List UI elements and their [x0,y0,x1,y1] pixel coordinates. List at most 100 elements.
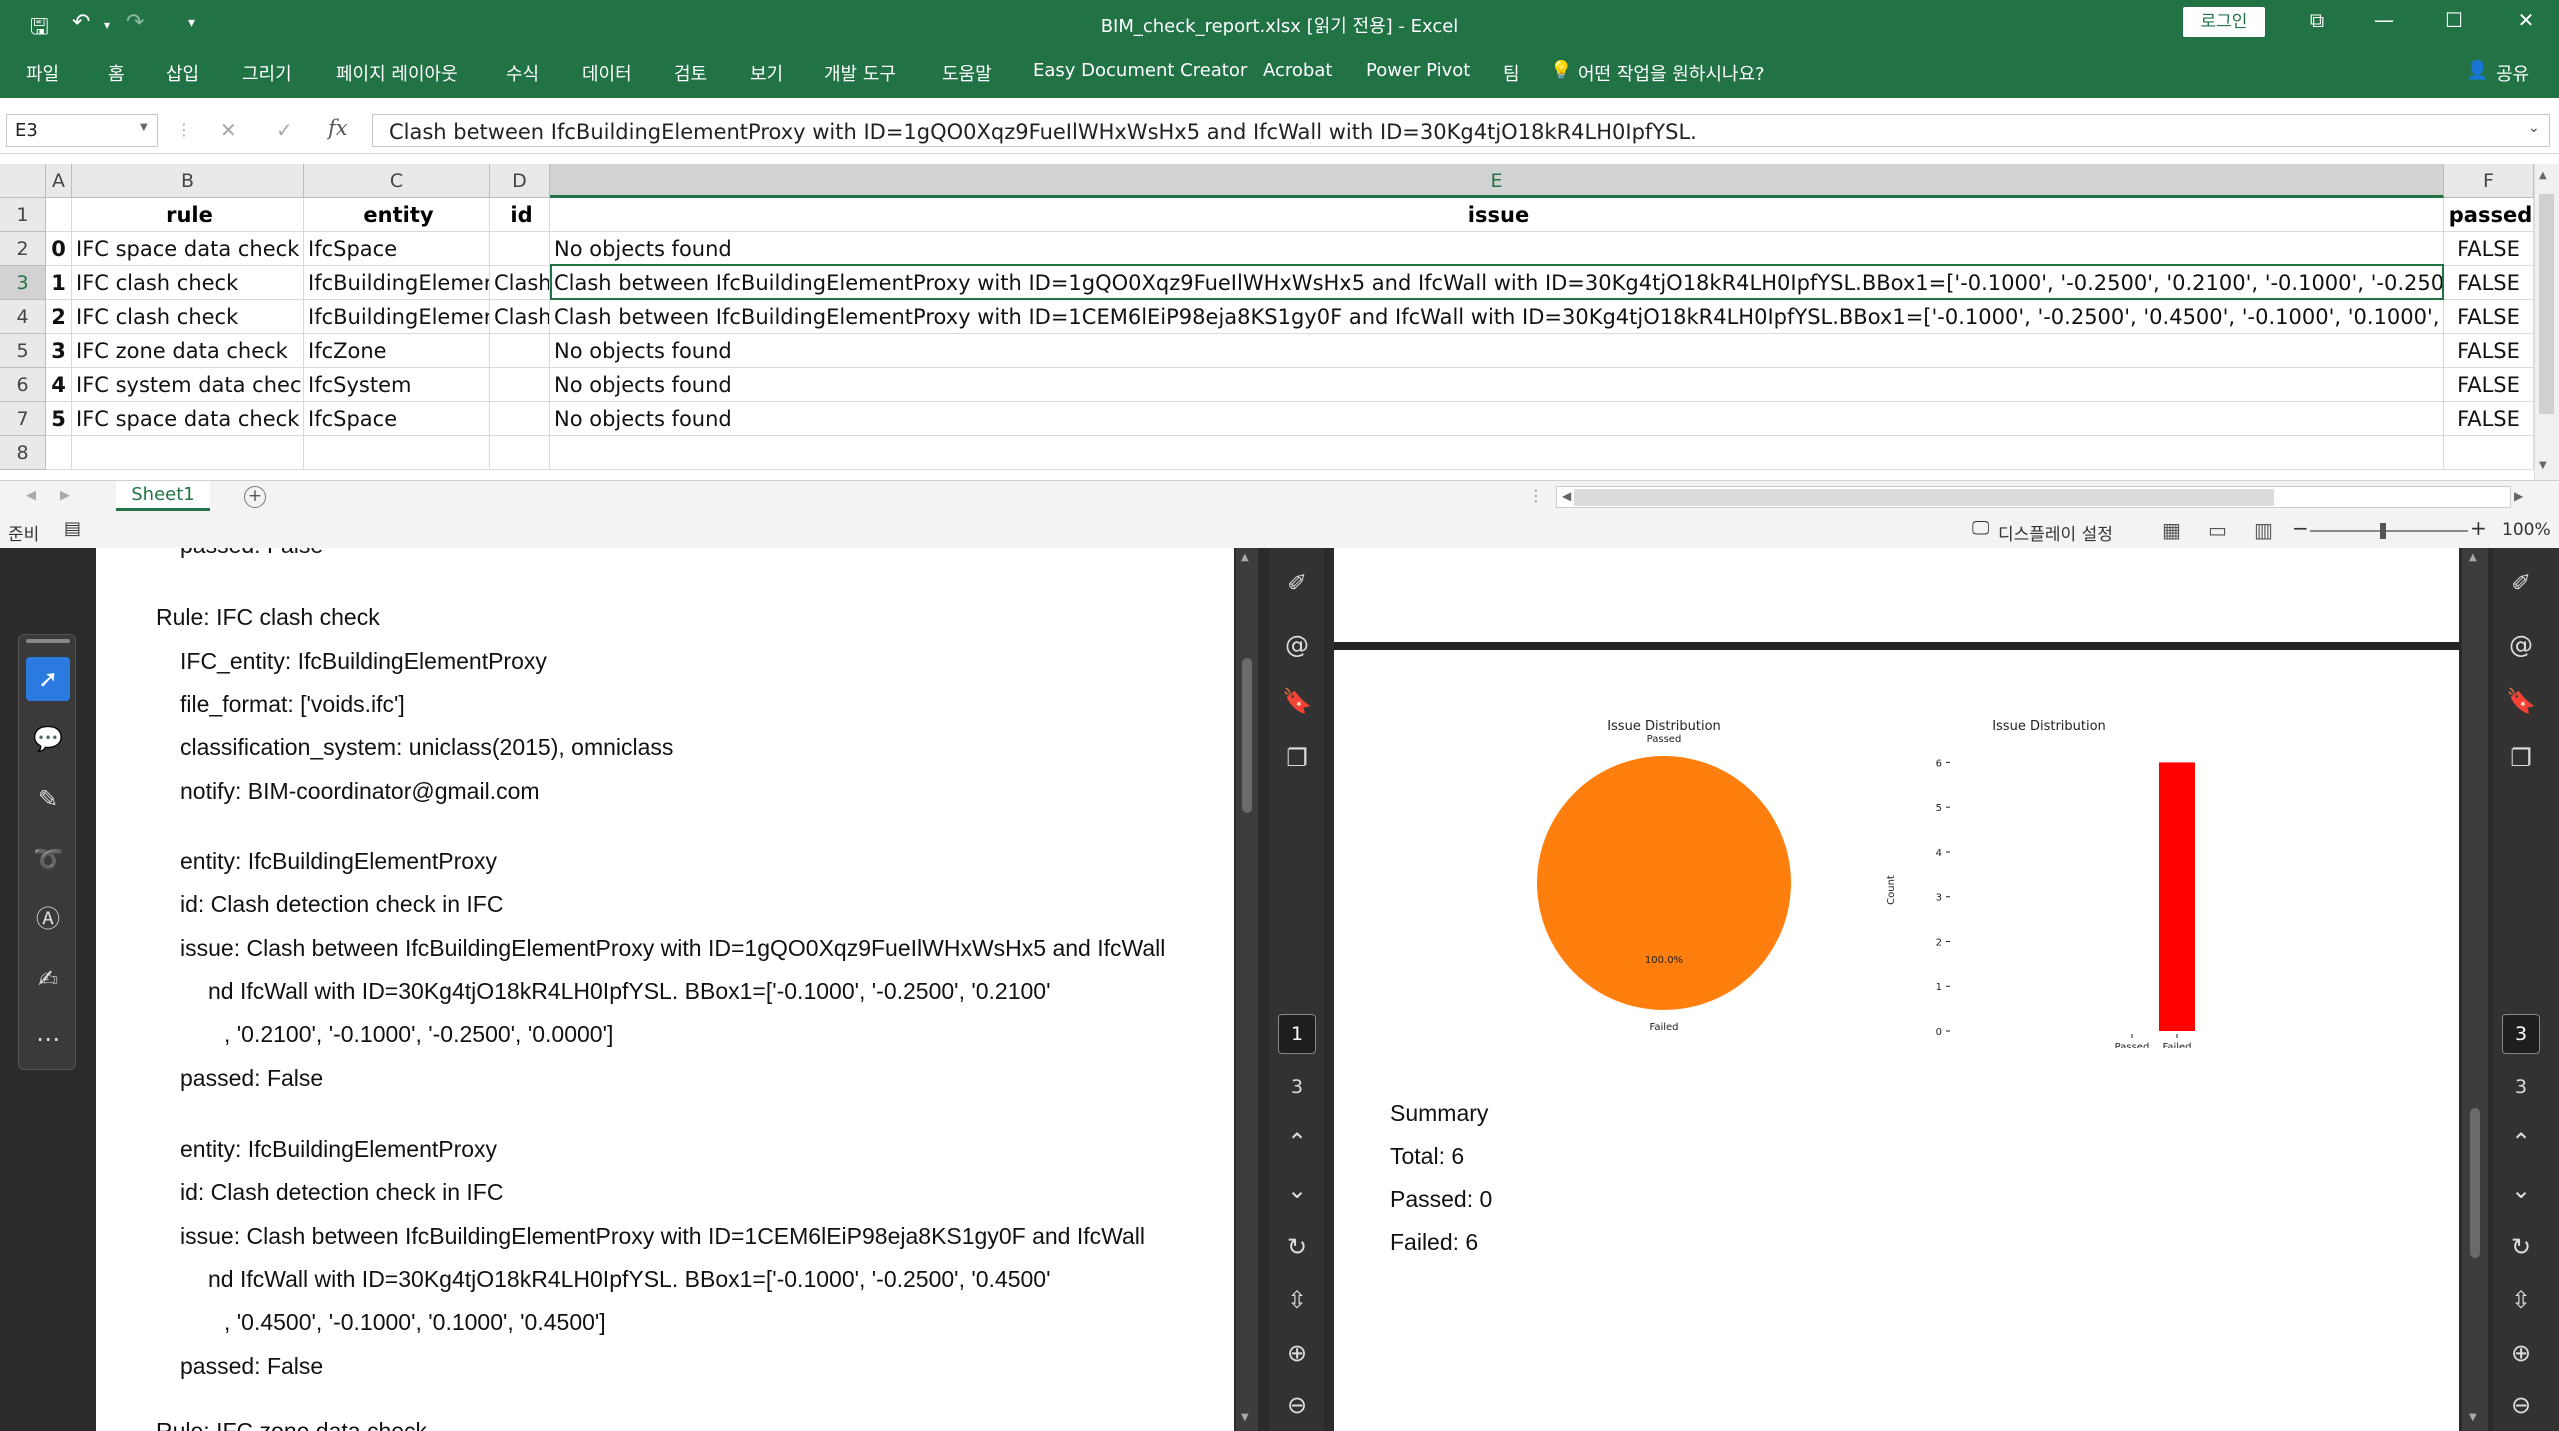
sign-icon[interactable]: ✍ [26,957,70,1001]
expand-formula-icon[interactable]: ⌄ [2528,120,2540,136]
pdf-right-scrollbar[interactable]: ▲ ▼ [2462,548,2488,1431]
header-cell-passed[interactable]: passed [2444,198,2534,232]
tab-view[interactable]: 보기 [750,60,783,86]
cell-issue[interactable]: Clash between IfcBuildingElementProxy wi… [550,300,2444,334]
enter-icon[interactable]: ✓ [276,118,293,142]
select-all-corner[interactable] [0,164,46,198]
tab-data[interactable]: 데이터 [582,60,632,86]
column-header-e[interactable]: E [550,164,2444,198]
zoom-level[interactable]: 100% [2502,520,2551,540]
zoom-slider-thumb[interactable] [2380,523,2386,539]
next-page-icon[interactable]: ⌄ [1278,1171,1316,1209]
cell-id[interactable]: Clash [490,300,550,334]
cell-entity[interactable]: IfcBuildingElementProxy [304,300,490,334]
cell-index[interactable]: 4 [46,368,72,402]
tab-acrobat[interactable]: Acrobat [1263,60,1332,81]
name-box[interactable]: E3 [6,114,158,147]
pages-icon[interactable]: ❐ [2502,739,2540,777]
cell-rule[interactable]: IFC clash check [72,266,304,300]
row-header[interactable]: 3 [0,266,46,300]
formula-input[interactable]: Clash between IfcBuildingElementProxy wi… [372,114,2550,147]
cell[interactable] [2444,436,2534,470]
cell-issue[interactable]: No objects found [550,232,2444,266]
pdf-left-scrollbar[interactable]: ▲ ▼ [1236,548,1258,1431]
cell-index[interactable]: 5 [46,402,72,436]
tab-help[interactable]: 도움말 [942,60,992,86]
zoom-out-icon[interactable]: ⊖ [1278,1386,1316,1424]
minimize-icon[interactable]: — [2364,8,2404,32]
cell-rule[interactable]: IFC system data check [72,368,304,402]
tab-team[interactable]: 팀 [1503,60,1520,86]
comments-panel-icon[interactable]: @ [1278,626,1316,664]
close-icon[interactable]: ✕ [2506,8,2546,32]
scroll-down-icon[interactable]: ▼ [2469,1412,2477,1423]
cell[interactable] [46,198,72,232]
column-header-c[interactable]: C [304,164,490,198]
row-header[interactable]: 2 [0,232,46,266]
cell-passed[interactable]: FALSE [2444,368,2534,402]
column-header-f[interactable]: F [2444,164,2534,198]
name-box-dropdown-icon[interactable]: ▼ [140,122,148,133]
scroll-down-icon[interactable]: ▼ [2539,460,2547,471]
comments-panel-icon[interactable]: @ [2502,626,2540,664]
scroll-left-icon[interactable]: ◀ [1562,489,1571,503]
cell-index[interactable]: 1 [46,266,72,300]
tab-power-pivot[interactable]: Power Pivot [1366,60,1470,81]
display-settings-label[interactable]: 디스플레이 설정 [1998,520,2113,545]
cell[interactable] [550,436,2444,470]
cell[interactable] [490,436,550,470]
scroll-up-icon[interactable]: ▲ [2469,552,2477,563]
cell-id[interactable] [490,368,550,402]
tab-page-layout[interactable]: 페이지 레이아웃 [336,60,458,86]
scrollbar-thumb[interactable] [2470,1108,2480,1258]
row-header[interactable]: 1 [0,198,46,232]
header-cell-id[interactable]: id [490,198,550,232]
cell[interactable] [46,436,72,470]
lightbulb-icon[interactable]: 💡 [1550,60,1572,81]
cell-rule[interactable]: IFC zone data check [72,334,304,368]
column-header-a[interactable]: A [46,164,72,198]
prev-page-icon[interactable]: ⌃ [2502,1123,2540,1161]
cell-id[interactable] [490,334,550,368]
zoom-in-icon[interactable]: ⊕ [2502,1334,2540,1372]
cell-index[interactable]: 3 [46,334,72,368]
text-select-icon[interactable]: Ⓐ [26,897,70,941]
zoom-out-icon[interactable]: ⊖ [2502,1386,2540,1424]
cell-rule[interactable]: IFC space data check [72,402,304,436]
tab-formulas[interactable]: 수식 [506,60,539,86]
cell-rule[interactable]: IFC clash check [72,300,304,334]
cell-id[interactable] [490,402,550,436]
tab-file[interactable]: 파일 [26,60,59,86]
share-button[interactable]: 공유 [2496,60,2529,86]
header-cell-issue[interactable]: issue [550,198,2444,232]
cell-entity[interactable]: IfcSystem [304,368,490,402]
header-cell-entity[interactable]: entity [304,198,490,232]
page-number-current[interactable]: 3 [2502,1014,2540,1054]
row-header[interactable]: 6 [0,368,46,402]
share-icon[interactable]: 👤 [2466,60,2488,81]
page-number-current[interactable]: 1 [1278,1014,1316,1054]
tab-home[interactable]: 홈 [108,60,125,86]
cell-passed[interactable]: FALSE [2444,266,2534,300]
cell[interactable] [304,436,490,470]
next-sheet-icon[interactable]: ▶ [60,488,70,503]
select-cursor-icon[interactable]: ➚ [26,657,70,701]
tab-easy-document-creator[interactable]: Easy Document Creator [1033,60,1247,81]
horizontal-scrollbar-thumb[interactable] [1574,489,2274,506]
rotate-icon[interactable]: ↻ [2502,1228,2540,1266]
page-break-view-icon[interactable]: ▥ [2254,518,2273,542]
cell[interactable] [72,436,304,470]
vertical-scrollbar[interactable]: ▲ ▼ [2534,164,2559,480]
macro-record-icon[interactable]: ▤ [64,518,81,539]
login-button[interactable]: 로그인 [2183,7,2265,37]
pages-icon[interactable]: ❐ [1278,739,1316,777]
spreadsheet-grid[interactable]: A B C D E F 1 2 3 4 5 6 7 8 rule entity … [0,164,2540,474]
cell-id[interactable]: Clash [490,266,550,300]
zoom-slider[interactable] [2310,530,2468,532]
cell-passed[interactable]: FALSE [2444,232,2534,266]
scrollbar-thumb[interactable] [1242,658,1252,813]
scroll-down-icon[interactable]: ▼ [1241,1412,1249,1423]
header-cell-rule[interactable]: rule [72,198,304,232]
row-header[interactable]: 8 [0,436,46,470]
more-tools-icon[interactable]: ⋯ [26,1017,70,1061]
